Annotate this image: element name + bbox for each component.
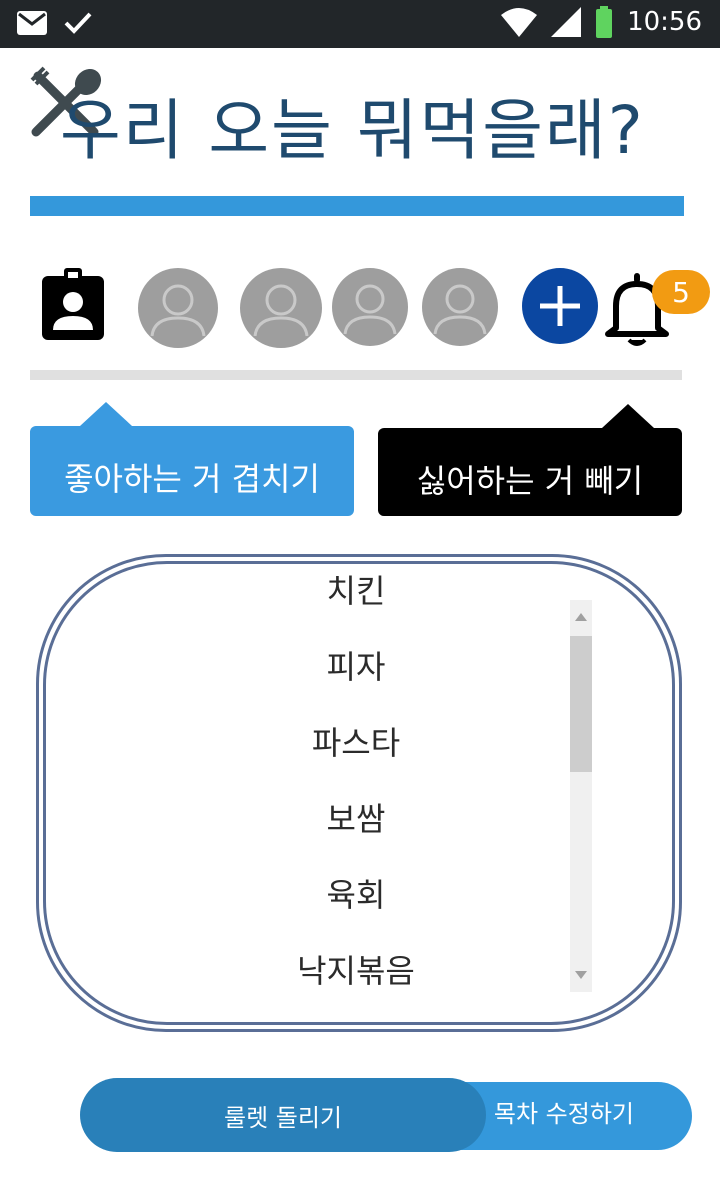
person-icon [253,284,309,337]
title-underline [30,196,684,216]
status-bar-left [16,10,92,36]
signal-icon [551,7,582,37]
dislike-exclude-button[interactable]: 싫어하는 거 빼기 [378,404,682,516]
scroll-thumb[interactable] [570,636,592,772]
add-member-button[interactable] [522,268,598,344]
avatar[interactable] [422,268,498,346]
contact-card-icon[interactable] [40,266,106,342]
scroll-down-arrow-icon[interactable] [570,958,592,992]
divider [30,370,682,380]
spin-roulette-button[interactable]: 룰렛 돌리기 [80,1078,486,1152]
plus-icon [540,286,580,326]
page-title: 우리 오늘 뭐먹을래? [60,92,645,169]
member-row [0,260,720,356]
notification-badge: 5 [652,270,710,314]
check-icon [64,12,92,34]
status-time: 10:56 [627,7,702,37]
scroll-up-arrow-icon[interactable] [570,600,592,634]
person-icon [150,284,206,337]
status-bar: 10:56 [0,0,720,48]
wifi-icon [501,8,538,37]
avatar[interactable] [240,268,322,348]
person-icon [433,284,487,335]
person-icon [343,284,397,335]
avatar[interactable] [332,268,408,346]
battery-icon [596,6,613,38]
scrollbar[interactable] [570,600,592,992]
status-bar-right: 10:56 [501,6,702,38]
menu-list-container[interactable]: 치킨 피자 파스타 보쌈 육회 낙지볶음 [43,561,675,1025]
like-overlap-button[interactable]: 좋아하는 거 겹치기 [30,402,354,516]
avatar[interactable] [138,268,218,348]
mail-icon [17,11,47,35]
